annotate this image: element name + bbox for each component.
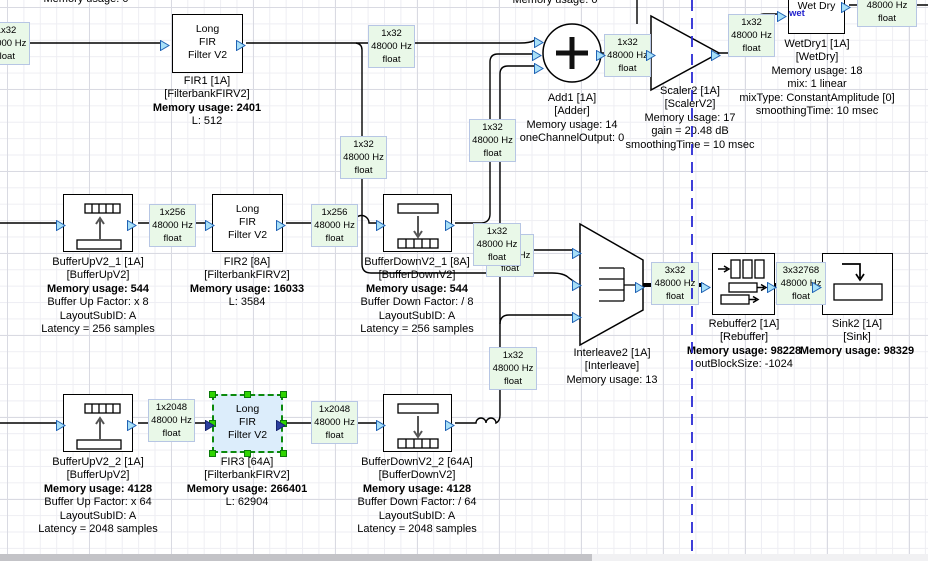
sink-icon [824,254,892,313]
fir2-output-pin[interactable] [276,218,286,229]
wire-label: 1x3248000 Hzfloat [857,0,917,27]
wire-label: 1x3248000 Hzfloat [469,119,516,162]
wetdry1-output-pin[interactable] [841,0,851,11]
schematic-canvas[interactable]: LongFIRFilter V2 LongFIRFilter V2 [0,0,928,561]
horizontal-scrollbar-thumb[interactable] [0,554,592,561]
interleave2-output-pin[interactable] [635,280,645,291]
buffer-up-icon [65,395,132,450]
wire-label: 1x25648000 Hzfloat [311,204,358,247]
scaler2-input-pin[interactable] [646,48,656,59]
caption-bufferdown1: BufferDownV2_1 [8A][BufferDownV2] Memory… [360,256,473,336]
block-title: LongFIRFilter V2 [173,23,242,62]
caption-scaler2: Scaler2 [1A][ScalerV2] Memory usage: 17g… [626,85,755,152]
wetdry1-wet-input-pin[interactable] [777,9,787,20]
block-fir2[interactable]: LongFIRFilter V2 [212,194,283,252]
wire-label: 1x3248000 Hzfloat [473,223,521,266]
wire-label: 1x3248000 Hzfloat [0,22,30,65]
caption-bufferdown2: BufferDownV2_2 [64A][BufferDownV2] Memor… [357,456,477,536]
caption-bufferup2: BufferUpV2_2 [1A][BufferUpV2] Memory usa… [38,456,158,536]
wire-label: 3x3248000 Hzfloat [651,262,699,305]
add1-input-pin-2[interactable] [532,48,542,59]
selection-handle[interactable] [280,450,287,457]
buffer-down-icon [385,195,451,250]
wire-label: 1x3248000 Hzfloat [604,34,651,77]
bufferup2-output-pin[interactable] [127,418,137,429]
block-fir3-selected[interactable]: LongFIRFilter V2 [212,394,283,453]
block-title: LongFIRFilter V2 [214,403,281,442]
bufferdown1-output-pin[interactable] [445,218,455,229]
selection-handle[interactable] [280,391,287,398]
add1-input-pin-1[interactable] [534,35,544,46]
caption-sink2: Sink2 [1A][Sink] Memory usage: 98329 [800,318,914,358]
bufferdown2-input-pin[interactable] [376,418,386,429]
selection-handle[interactable] [244,391,251,398]
wire-label: 1x25648000 Hzfloat [149,204,196,247]
rebuffer2-input-pin[interactable] [701,280,711,291]
bufferdown2-output-pin[interactable] [445,418,455,429]
block-bufferup2[interactable] [63,394,133,452]
wetdry-wet-pin-label: wet [789,8,805,19]
selection-handle[interactable] [209,391,216,398]
block-bufferup1[interactable] [63,194,133,252]
caption-fir2: FIR2 [8A][FilterbankFIRV2] Memory usage:… [190,256,304,310]
clipped-caption-top-mid: Memory usage: 0 [513,0,598,6]
fir3-input-pin[interactable] [205,418,215,429]
fir1-output-pin[interactable] [236,38,246,49]
rebuffer2-output-pin[interactable] [767,280,777,291]
fir1-input-pin[interactable] [160,38,170,49]
wire-label: 1x3248000 Hzfloat [728,14,775,57]
add1-node[interactable] [543,24,601,82]
wire-label: 1x204848000 Hzfloat [311,401,358,444]
block-fir1[interactable]: LongFIRFilter V2 [172,14,243,73]
bufferdown1-input-pin[interactable] [376,218,386,229]
bufferup1-input-pin[interactable] [56,218,66,229]
clipped-caption-top-left: Memory usage: 0 [44,0,129,5]
block-title: LongFIRFilter V2 [213,203,282,242]
interleave2-input-pin-2[interactable] [572,278,582,289]
fir2-input-pin[interactable] [205,218,215,229]
caption-interleave2: Interleave2 [1A][Interleave] Memory usag… [566,347,657,387]
add1-output-pin[interactable] [596,48,606,59]
block-bufferdown1[interactable] [383,194,452,252]
wire-label: 1x3248000 Hzfloat [340,136,387,179]
bufferup2-input-pin[interactable] [56,418,66,429]
scaler2-node[interactable] [651,16,719,90]
wire-band3-to-interleave[interactable] [500,315,574,324]
block-sink2[interactable] [822,253,893,315]
add1-input-pin-3[interactable] [534,61,544,72]
interleave2-input-pin-3[interactable] [572,310,582,321]
wire-label: 1x3248000 Hzfloat [368,25,415,68]
caption-rebuffer2: Rebuffer2 [1A][Rebuffer] Memory usage: 9… [687,318,801,372]
block-bufferdown2[interactable] [383,394,452,452]
block-rebuffer2[interactable] [712,253,775,315]
interleave2-node[interactable] [580,224,643,345]
fir3-output-pin[interactable] [276,418,286,429]
sink2-input-pin[interactable] [812,280,822,291]
selection-handle[interactable] [209,450,216,457]
rebuffer-icon [714,254,774,313]
buffer-up-icon [65,195,132,250]
wire-label: 1x3248000 Hzfloat [489,347,537,390]
caption-add1: Add1 [1A][Adder] Memory usage: 14oneChan… [520,92,625,146]
interleave-icon [599,268,637,301]
caption-fir3: FIR3 [64A][FilterbankFIRV2] Memory usage… [187,456,307,510]
interleave2-input-pin-1[interactable] [572,246,582,257]
wire-label: 1x204848000 Hzfloat [148,399,195,442]
horizontal-scrollbar[interactable] [0,554,928,561]
buffer-down-icon [385,395,451,450]
plus-icon [556,37,588,69]
caption-bufferup1: BufferUpV2_1 [1A][BufferUpV2] Memory usa… [41,256,154,336]
selection-handle[interactable] [244,450,251,457]
caption-fir1: FIR1 [1A][FilterbankFIRV2] Memory usage:… [153,75,261,129]
bufferup1-output-pin[interactable] [127,218,137,229]
scaler2-output-pin[interactable] [711,48,721,59]
